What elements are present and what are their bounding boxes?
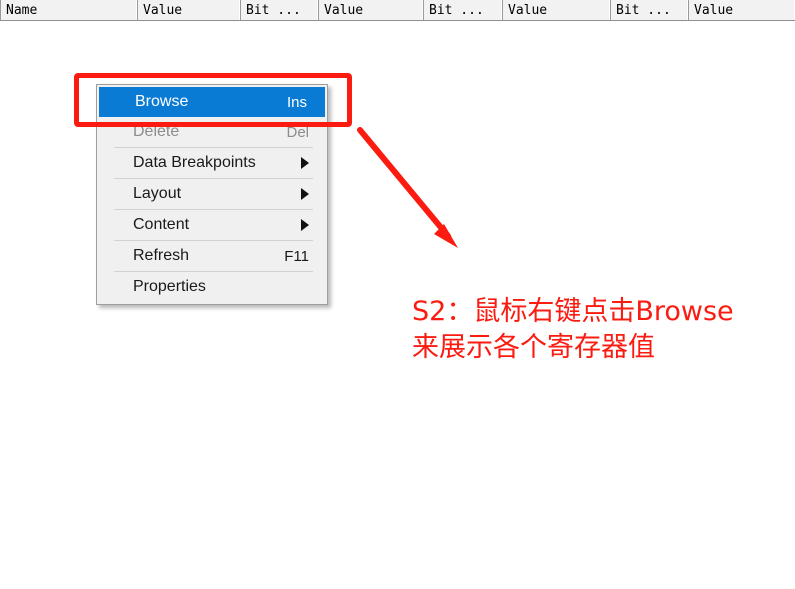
menu-item-shortcut: Del bbox=[286, 123, 309, 141]
menu-item-refresh[interactable]: Refresh F11 bbox=[97, 241, 327, 271]
table-column-header[interactable]: Bit ... bbox=[423, 0, 502, 20]
menu-item-label: Layout bbox=[133, 185, 182, 202]
annotation-arrow bbox=[357, 127, 458, 248]
table-column-header[interactable]: Value bbox=[502, 0, 610, 20]
menu-item-label: Data Breakpoints bbox=[133, 154, 256, 171]
menu-item-content[interactable]: Content bbox=[97, 210, 327, 240]
table-column-header[interactable]: Name bbox=[0, 0, 137, 20]
annotation-text: S2：鼠标右键点击Browse 来展示各个寄存器值 bbox=[412, 294, 782, 366]
annotation-line-2: 来展示各个寄存器值 bbox=[412, 332, 655, 363]
chevron-right-icon bbox=[301, 157, 309, 169]
arrow-head bbox=[434, 224, 458, 248]
table-column-header[interactable]: Value bbox=[688, 0, 795, 20]
table-column-header-label: Bit ... bbox=[246, 2, 301, 18]
table-column-header-label: Value bbox=[508, 2, 548, 18]
table-column-header[interactable]: Bit ... bbox=[240, 0, 318, 20]
menu-item-delete: Delete Del bbox=[97, 117, 327, 147]
menu-item-shortcut: F11 bbox=[284, 247, 309, 265]
table-column-header-label: Value bbox=[143, 2, 183, 18]
menu-item-label: Refresh bbox=[133, 247, 190, 264]
menu-item-label: Properties bbox=[133, 278, 206, 295]
table-column-header[interactable]: Value bbox=[137, 0, 240, 20]
menu-item-label: Browse bbox=[135, 93, 189, 110]
table-column-header-label: Name bbox=[6, 2, 38, 18]
table-column-header-label: Value bbox=[324, 2, 364, 18]
table-column-header-label: Bit ... bbox=[616, 2, 671, 18]
table-column-header[interactable]: Bit ... bbox=[610, 0, 688, 20]
menu-item-label: Delete bbox=[133, 123, 180, 140]
menu-item-label: Content bbox=[133, 216, 190, 233]
table-column-header-label: Value bbox=[694, 2, 734, 18]
arrow-shaft bbox=[357, 127, 451, 239]
annotation-line-1: S2：鼠标右键点击Browse bbox=[412, 296, 734, 327]
menu-item-layout[interactable]: Layout bbox=[97, 179, 327, 209]
register-table-header: Name Value Bit ... Value Bit ... Value Bit ...… bbox=[0, 0, 795, 21]
menu-item-properties[interactable]: Properties bbox=[97, 272, 327, 302]
menu-item-data-breakpoints[interactable]: Data Breakpoints bbox=[97, 148, 327, 178]
menu-item-browse[interactable]: Browse Ins bbox=[99, 87, 325, 117]
table-column-header-label: Bit ... bbox=[429, 2, 484, 18]
table-column-header[interactable]: Value bbox=[318, 0, 423, 20]
menu-item-shortcut: Ins bbox=[286, 93, 307, 111]
context-menu[interactable]: Browse Ins Delete Del Data Breakpoints Layout… bbox=[96, 84, 328, 305]
chevron-right-icon bbox=[301, 188, 309, 200]
chevron-right-icon bbox=[301, 219, 309, 231]
